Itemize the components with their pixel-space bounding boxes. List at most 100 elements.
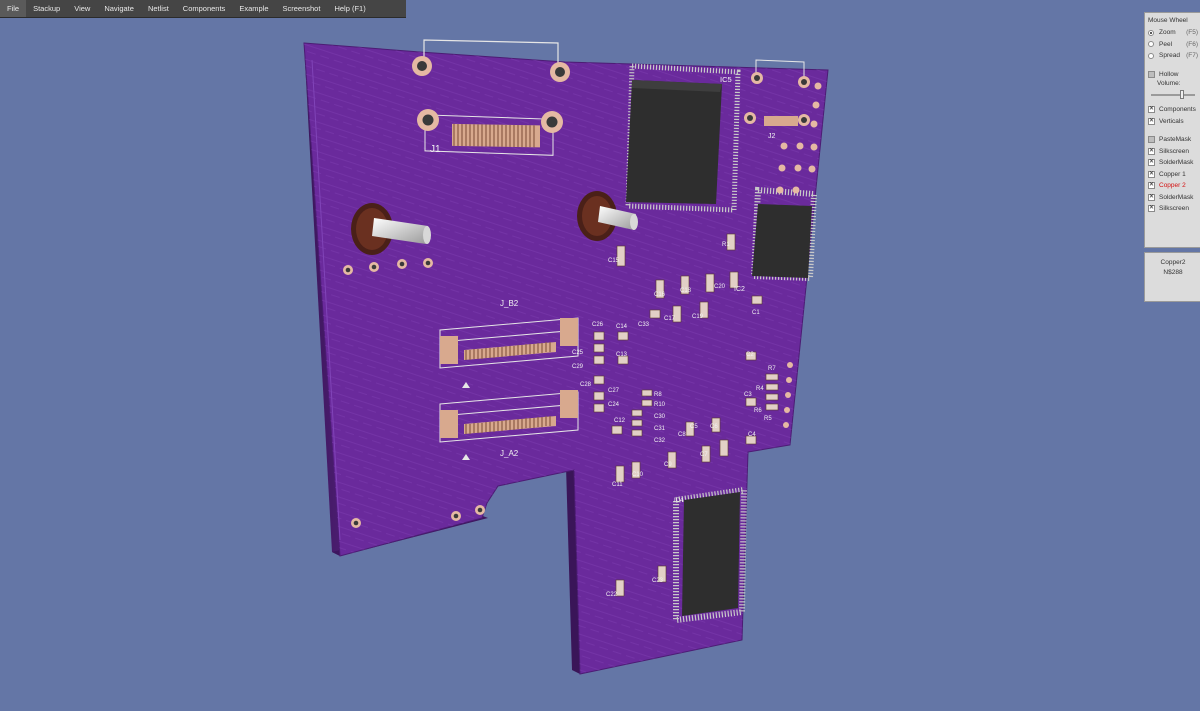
menu-example[interactable]: Example — [232, 0, 275, 17]
label-c25: C25 — [572, 350, 584, 356]
label-c4: C4 — [748, 432, 756, 438]
layer-soldermask-top[interactable]: SolderMask — [1145, 157, 1200, 169]
label-ic2: IC2 — [734, 286, 745, 293]
label-c16: C16 — [654, 292, 666, 298]
menu-view[interactable]: View — [67, 0, 97, 17]
menu-bar: File Stackup View Navigate Netlist Compo… — [0, 0, 406, 18]
layer-copper-1[interactable]: Copper 1 — [1145, 169, 1200, 181]
components-label: Components — [1159, 106, 1196, 114]
layer-checkbox[interactable] — [1148, 136, 1155, 144]
layer-silkscreen-bottom[interactable]: Silkscreen — [1145, 203, 1200, 215]
components-checkbox[interactable] — [1148, 106, 1155, 114]
menu-navigate[interactable]: Navigate — [97, 0, 141, 17]
menu-help[interactable]: Help (F1) — [327, 0, 372, 17]
view-options-panel: Mouse Wheel Zoom (F5) Peel (F6) Spread (… — [1144, 12, 1200, 248]
label-c24: C24 — [608, 402, 620, 408]
label-r7: R7 — [768, 366, 776, 372]
radio-spread[interactable] — [1148, 52, 1154, 59]
label-j2: J2 — [768, 133, 776, 140]
layer-soldermask-bottom[interactable]: SolderMask — [1145, 192, 1200, 204]
menu-stackup[interactable]: Stackup — [26, 0, 67, 17]
wheel-mode-label: Zoom — [1159, 29, 1176, 37]
wheel-mode-key: (F5) — [1186, 29, 1198, 37]
label-c18: C18 — [680, 288, 692, 294]
layer-label: SolderMask — [1159, 159, 1194, 167]
radio-zoom[interactable] — [1148, 29, 1154, 36]
wheel-mode-label: Spread — [1159, 52, 1180, 60]
layer-label: Copper 1 — [1159, 170, 1186, 178]
label-ic5: IC5 — [720, 75, 732, 84]
hollow-label: Hollow — [1159, 70, 1179, 78]
layer-silkscreen-top[interactable]: Silkscreen — [1145, 146, 1200, 158]
wheel-mode-label: Peel — [1159, 40, 1173, 48]
menu-netlist[interactable]: Netlist — [141, 0, 176, 17]
label-c22: C22 — [606, 592, 618, 598]
wheel-mode-key: (F7) — [1186, 52, 1198, 60]
hollow-checkbox[interactable] — [1148, 70, 1155, 78]
volume-slider[interactable] — [1151, 90, 1195, 100]
label-c10: C10 — [632, 472, 644, 478]
verticals-label: Verticals — [1159, 117, 1184, 125]
wheel-mode-spread[interactable]: Spread (F7) — [1145, 50, 1200, 62]
label-c12: C12 — [614, 418, 626, 424]
layer-checkbox[interactable] — [1148, 193, 1155, 201]
label-c17: C17 — [664, 316, 676, 322]
ic4-chip[interactable] — [673, 486, 748, 624]
label-r1: R1 — [722, 242, 730, 248]
label-c28: C28 — [580, 382, 592, 388]
label-r8: R8 — [654, 392, 662, 398]
menu-screenshot[interactable]: Screenshot — [276, 0, 328, 17]
label-r5: R5 — [764, 416, 772, 422]
layer-checkbox[interactable] — [1148, 147, 1155, 155]
info-layer: Copper2 — [1160, 259, 1186, 266]
net-info-panel: Copper2 N$288 — [1144, 252, 1200, 302]
wheel-mode-peel[interactable]: Peel (F6) — [1145, 39, 1200, 51]
info-net: N$288 — [1163, 269, 1183, 276]
verticals-checkbox[interactable] — [1148, 117, 1155, 125]
menu-file[interactable]: File — [0, 0, 27, 17]
pcb-3d-viewport[interactable]: J1 J2 IC5 IC2 IC4 J_B2 J_A2 R1 R8 R10 R7… — [0, 0, 1200, 711]
layer-checkbox[interactable] — [1148, 182, 1155, 190]
label-r6: R6 — [754, 408, 762, 414]
wheel-mode-zoom[interactable]: Zoom (F5) — [1145, 27, 1200, 39]
components-toggle[interactable]: Components — [1145, 104, 1200, 116]
label-j1: J1 — [430, 144, 441, 155]
layer-checkbox[interactable] — [1148, 159, 1155, 167]
menu-components[interactable]: Components — [176, 0, 233, 17]
label-j-a2: J_A2 — [500, 449, 519, 458]
label-c14: C14 — [616, 324, 628, 330]
mouse-wheel-heading: Mouse Wheel — [1148, 17, 1188, 24]
label-j-b2: J_B2 — [500, 299, 519, 308]
layer-pastemask[interactable]: PasteMask — [1145, 134, 1200, 146]
label-c2: C2 — [746, 352, 754, 358]
label-r4: R4 — [756, 386, 764, 392]
layer-checkbox[interactable] — [1148, 205, 1155, 213]
layer-copper-2[interactable]: Copper 2 — [1145, 180, 1200, 192]
layer-label: PasteMask — [1159, 136, 1192, 144]
label-c9: C9 — [664, 462, 672, 468]
label-c26: C26 — [592, 322, 604, 328]
verticals-toggle[interactable]: Verticals — [1145, 116, 1200, 128]
label-c11: C11 — [612, 482, 623, 488]
radio-peel[interactable] — [1148, 41, 1154, 48]
layer-label: SolderMask — [1159, 193, 1194, 201]
label-c30: C30 — [654, 414, 666, 420]
label-c15: C15 — [608, 258, 620, 264]
layer-label-active: Copper 2 — [1159, 182, 1186, 190]
label-c6: C6 — [710, 424, 718, 430]
label-ic4: IC4 — [674, 498, 684, 504]
volume-label: Volume: — [1157, 80, 1181, 87]
hollow-toggle[interactable]: Hollow — [1145, 69, 1200, 81]
layer-checkbox[interactable] — [1148, 170, 1155, 178]
layer-label: Silkscreen — [1159, 205, 1189, 213]
label-c8: C8 — [678, 432, 686, 438]
label-r10: R10 — [654, 402, 666, 408]
label-c20: C20 — [714, 284, 726, 290]
label-c33: C33 — [638, 322, 650, 328]
label-c7: C7 — [700, 452, 708, 458]
label-c23: C23 — [652, 578, 664, 584]
volume-track — [1151, 94, 1195, 96]
label-c5: C5 — [690, 424, 698, 430]
volume-thumb[interactable] — [1179, 90, 1184, 99]
label-c19: C19 — [692, 314, 704, 320]
